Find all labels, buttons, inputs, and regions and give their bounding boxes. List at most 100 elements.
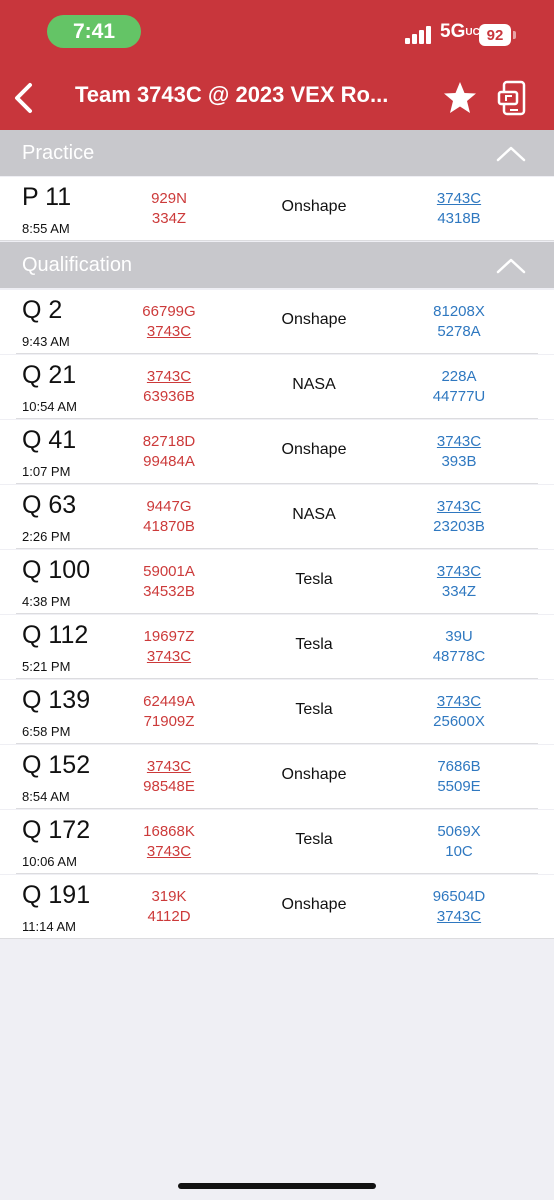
blue-team-highlighted[interactable]: 3743C <box>400 497 518 517</box>
red-team[interactable]: 63936B <box>110 387 228 407</box>
match-row-q152[interactable]: Q 152 8:54 AM 3743C 98548E Onshape 7686B… <box>0 745 554 809</box>
section-header-practice[interactable]: Practice <box>0 130 554 176</box>
field-name: Onshape <box>281 766 347 783</box>
blue-team-highlighted[interactable]: 3743C <box>400 189 518 209</box>
match-row-q21[interactable]: Q 21 10:54 AM 3743C 63936B NASA 228A 447… <box>0 355 554 419</box>
chevron-up-icon[interactable] <box>496 256 526 274</box>
match-time: 10:06 AM <box>22 854 77 869</box>
chevron-up-icon[interactable] <box>496 144 526 162</box>
blue-team-highlighted[interactable]: 3743C <box>400 692 518 712</box>
red-team-highlighted[interactable]: 3743C <box>110 647 228 667</box>
star-icon <box>444 82 476 113</box>
match-row-q172[interactable]: Q 172 10:06 AM 16868K 3743C Tesla 5069X … <box>0 810 554 874</box>
red-team[interactable]: 98548E <box>110 777 228 797</box>
red-alliance: 62449A 71909Z <box>110 692 228 732</box>
match-number: Q 172 <box>22 816 91 844</box>
blue-team[interactable]: 5509E <box>400 777 518 797</box>
match-row-q63[interactable]: Q 63 2:26 PM 9447G 41870B NASA 3743C 232… <box>0 485 554 549</box>
status-time: 7:41 <box>47 15 141 48</box>
red-team-highlighted[interactable]: 3743C <box>110 367 228 387</box>
battery-level: 92 <box>486 26 504 44</box>
red-team-highlighted[interactable]: 3743C <box>110 322 228 342</box>
blue-team-highlighted[interactable]: 3743C <box>400 432 518 452</box>
blue-team[interactable]: 5069X <box>400 822 518 842</box>
blue-team[interactable]: 44777U <box>400 387 518 407</box>
blue-team[interactable]: 39U <box>400 627 518 647</box>
match-time: 1:07 PM <box>22 464 71 479</box>
blue-alliance: 96504D 3743C <box>400 887 518 927</box>
section-label: Practice <box>22 142 95 164</box>
match-row-q100[interactable]: Q 100 4:38 PM 59001A 34532B Tesla 3743C … <box>0 550 554 614</box>
field-name: NASA <box>292 376 336 393</box>
blue-team[interactable]: 393B <box>400 452 518 472</box>
red-alliance: 82718D 99484A <box>110 432 228 472</box>
blue-team-highlighted[interactable]: 3743C <box>400 907 518 927</box>
match-number: Q 112 <box>22 621 89 649</box>
blue-team[interactable]: 23203B <box>400 517 518 537</box>
blue-team[interactable]: 7686B <box>400 757 518 777</box>
match-time: 4:38 PM <box>22 594 71 609</box>
red-alliance: 3743C 63936B <box>110 367 228 407</box>
match-row-q112[interactable]: Q 112 5:21 PM 19697Z 3743C Tesla 39U 487… <box>0 615 554 679</box>
blue-team[interactable]: 96504D <box>400 887 518 907</box>
red-team[interactable]: 99484A <box>110 452 228 472</box>
red-team[interactable]: 319K <box>110 887 228 907</box>
red-team[interactable]: 59001A <box>110 562 228 582</box>
red-team[interactable]: 66799G <box>110 302 228 322</box>
blue-team[interactable]: 5278A <box>400 322 518 342</box>
match-time: 6:58 PM <box>22 724 71 739</box>
red-team[interactable]: 19697Z <box>110 627 228 647</box>
back-chevron-icon <box>15 83 32 113</box>
field-name: Tesla <box>295 636 333 653</box>
blue-team[interactable]: 228A <box>400 367 518 387</box>
section-header-qualification[interactable]: Qualification <box>0 242 554 288</box>
red-team[interactable]: 929N <box>110 189 228 209</box>
blue-team[interactable]: 334Z <box>400 582 518 602</box>
home-indicator[interactable] <box>178 1183 376 1189</box>
match-number: Q 41 <box>22 426 77 454</box>
field-name: Tesla <box>295 701 333 718</box>
field-name: Onshape <box>281 311 347 328</box>
red-alliance: 3743C 98548E <box>110 757 228 797</box>
device-share-button[interactable] <box>496 79 532 117</box>
red-team[interactable]: 16868K <box>110 822 228 842</box>
match-number: Q 191 <box>22 881 91 909</box>
red-team[interactable]: 34532B <box>110 582 228 602</box>
blue-alliance: 7686B 5509E <box>400 757 518 797</box>
red-team[interactable]: 41870B <box>110 517 228 537</box>
back-button[interactable] <box>8 80 44 116</box>
match-row-q41[interactable]: Q 41 1:07 PM 82718D 99484A Onshape 3743C… <box>0 420 554 484</box>
red-alliance: 319K 4112D <box>110 887 228 927</box>
blue-team-highlighted[interactable]: 3743C <box>400 562 518 582</box>
match-row-practice-1[interactable]: P 11 8:55 AM 929N 334Z Onshape 3743C 431… <box>0 177 554 241</box>
red-team-highlighted[interactable]: 3743C <box>110 757 228 777</box>
match-time: 2:26 PM <box>22 529 71 544</box>
red-team[interactable]: 4112D <box>110 907 228 927</box>
blue-team[interactable]: 25600X <box>400 712 518 732</box>
blue-team[interactable]: 4318B <box>400 209 518 229</box>
red-team[interactable]: 62449A <box>110 692 228 712</box>
red-team[interactable]: 71909Z <box>110 712 228 732</box>
red-alliance: 19697Z 3743C <box>110 627 228 667</box>
red-team[interactable]: 9447G <box>110 497 228 517</box>
blue-team[interactable]: 81208X <box>400 302 518 322</box>
favorite-button[interactable] <box>442 80 478 116</box>
blue-alliance: 3743C 25600X <box>400 692 518 732</box>
blue-alliance: 3743C 4318B <box>400 189 518 229</box>
blue-alliance: 3743C 334Z <box>400 562 518 602</box>
field-name: Tesla <box>295 571 333 588</box>
blue-team[interactable]: 10C <box>400 842 518 862</box>
battery-icon: 92 <box>479 24 511 46</box>
field-name: Onshape <box>281 441 347 458</box>
match-row-q139[interactable]: Q 139 6:58 PM 62449A 71909Z Tesla 3743C … <box>0 680 554 744</box>
battery-cap <box>513 31 516 39</box>
red-team[interactable]: 82718D <box>110 432 228 452</box>
blue-team[interactable]: 48778C <box>400 647 518 667</box>
red-team[interactable]: 334Z <box>110 209 228 229</box>
red-team-highlighted[interactable]: 3743C <box>110 842 228 862</box>
red-alliance: 59001A 34532B <box>110 562 228 602</box>
match-row-q2[interactable]: Q 2 9:43 AM 66799G 3743C Onshape 81208X … <box>0 290 554 354</box>
match-row-q191[interactable]: Q 191 11:14 AM 319K 4112D Onshape 96504D… <box>0 875 554 939</box>
match-time: 8:55 AM <box>22 221 70 236</box>
blue-alliance: 228A 44777U <box>400 367 518 407</box>
